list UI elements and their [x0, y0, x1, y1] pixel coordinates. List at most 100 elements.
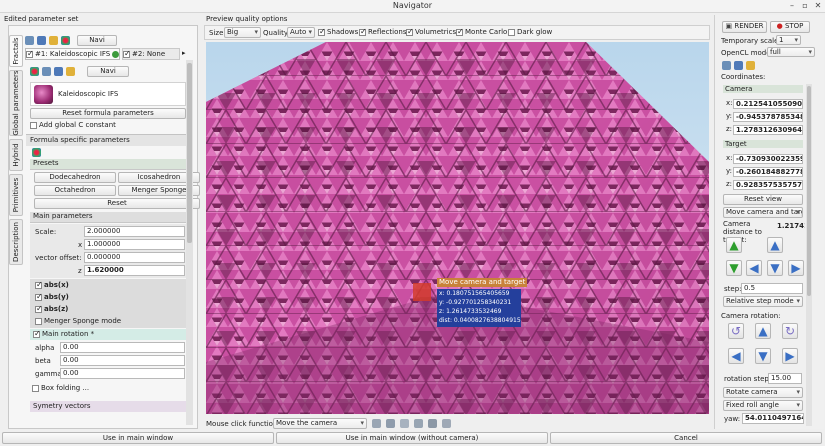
move-up-icon[interactable]: ▲ [767, 237, 783, 253]
abs-x-checkbox[interactable] [35, 281, 43, 289]
light-tool-icon[interactable] [386, 419, 395, 428]
vector-x-field[interactable]: 1.000000 [84, 239, 185, 250]
cancel-button[interactable]: Cancel [550, 432, 822, 444]
box-folding-checkbox[interactable] [32, 384, 39, 392]
abs-y-row[interactable]: abs(y) [35, 293, 69, 301]
use-in-main-window-button[interactable]: Use in main window [2, 432, 274, 444]
reset-formula-button[interactable]: Reset formula parameters [30, 108, 186, 119]
save-icon[interactable] [734, 61, 743, 70]
roll-left-icon[interactable]: ↺ [728, 323, 744, 339]
formula-tab-1[interactable]: #1: Kaleidoscopic IFS [25, 48, 120, 60]
size-select[interactable]: Big [224, 27, 261, 38]
reset-view-button[interactable]: Reset view [723, 194, 803, 205]
right-scrollbar[interactable] [806, 84, 812, 426]
vector-y-field[interactable]: 0.000000 [84, 252, 185, 263]
abs-z-row[interactable]: abs(z) [35, 305, 68, 313]
rotate-right-icon[interactable]: ▶ [782, 348, 798, 364]
tab-scroll-right-icon[interactable]: ▸ [182, 49, 191, 59]
monte-carlo-checkbox[interactable] [456, 28, 464, 36]
alpha-field[interactable]: 0.00 [60, 342, 185, 353]
preset-dodecahedron-button[interactable]: Dodecahedron [34, 172, 116, 183]
rotate-tool-icon[interactable] [400, 419, 409, 428]
move-backward-icon[interactable]: ▼ [726, 260, 742, 276]
tab-hybrid[interactable]: Hybrid [9, 139, 23, 171]
volumetrics-checkbox[interactable] [406, 28, 414, 36]
vector-z-field[interactable]: 1.620000 [84, 265, 185, 276]
add-global-c-row[interactable]: Add global C constant [30, 121, 186, 131]
move-mode-select[interactable]: Move camera and targ [723, 207, 803, 218]
palette-icon[interactable] [32, 148, 41, 157]
target-z-field[interactable]: 0.9283575357576 [733, 180, 803, 190]
tab-primitives[interactable]: Primitives [9, 174, 23, 216]
volumetrics-option[interactable]: Volumetrics [406, 28, 456, 36]
palette-icon[interactable] [61, 36, 70, 45]
move-left-icon[interactable]: ◀ [746, 260, 762, 276]
target-x-field[interactable]: -0.7309300223598 [733, 154, 803, 164]
rotate-up-icon[interactable]: ▲ [755, 323, 771, 339]
save-icon[interactable] [54, 67, 63, 76]
abs-y-checkbox[interactable] [35, 293, 43, 301]
folder-icon[interactable] [42, 67, 51, 76]
undo-icon[interactable] [49, 36, 58, 45]
box-folding-row[interactable]: Box folding ... [32, 384, 89, 392]
rotation-step-field[interactable]: 15.00 [768, 373, 802, 384]
stop-button[interactable]: ● STOP [770, 21, 810, 33]
add-global-c-checkbox[interactable] [30, 121, 37, 129]
palette-icon[interactable] [30, 67, 39, 76]
tab-description[interactable]: Description [9, 219, 23, 265]
roll-right-icon[interactable]: ↻ [782, 323, 798, 339]
beta-field[interactable]: 0.00 [60, 355, 185, 366]
camera-z-field[interactable]: 1.2783126309648 [733, 125, 803, 135]
main-rotation-checkbox[interactable] [33, 329, 41, 339]
opencl-select[interactable]: full [767, 47, 815, 57]
shadows-option[interactable]: Shadows [318, 28, 358, 36]
camera-x-field[interactable]: 0.2125410550902097 [733, 99, 803, 109]
preset-octahedron-button[interactable]: Octahedron [34, 185, 116, 196]
temp-scale-select[interactable]: 1 [776, 35, 801, 45]
left-scrollbar-thumb[interactable] [187, 63, 192, 243]
minimize-icon[interactable]: – [787, 1, 797, 10]
shadows-checkbox[interactable] [318, 28, 326, 36]
formula-tab-2[interactable]: #2: None [122, 48, 180, 60]
formula-1-checkbox[interactable] [26, 49, 34, 59]
gamma-field[interactable]: 0.00 [60, 368, 185, 379]
rotate-left-icon[interactable]: ◀ [728, 348, 744, 364]
main-rotation-row[interactable]: Main rotation * [30, 329, 186, 340]
move-right-icon[interactable]: ▶ [788, 260, 804, 276]
dark-glow-checkbox[interactable] [508, 28, 515, 36]
preset-reset-button[interactable]: Reset [34, 198, 200, 209]
relative-step-select[interactable]: Relative step mode [723, 296, 803, 307]
menger-mode-row[interactable]: Menger Sponge mode [35, 317, 121, 325]
move-forward-icon[interactable]: ▲ [726, 237, 742, 253]
scale-field[interactable]: 2.000000 [84, 226, 185, 237]
menger-mode-checkbox[interactable] [35, 317, 42, 325]
quality-select[interactable]: Auto [287, 27, 315, 38]
navi-button-2[interactable]: Navi [87, 66, 129, 77]
tab-fractals[interactable]: Fractals [9, 35, 23, 67]
right-scrollbar-thumb[interactable] [807, 86, 811, 296]
tab-global-parameters[interactable]: Global parameters [9, 70, 23, 136]
maximize-icon[interactable]: ▫ [800, 1, 810, 10]
camera-tool-icon[interactable] [414, 419, 423, 428]
fixed-roll-select[interactable]: Fixed roll angle [723, 400, 803, 411]
rotate-down-icon[interactable]: ▼ [755, 348, 771, 364]
marker-tool-icon[interactable] [442, 419, 451, 428]
use-without-camera-button[interactable]: Use in main window (without camera) [276, 432, 548, 444]
navi-button[interactable]: Navi [77, 35, 117, 46]
fractal-preview-image[interactable]: Move camera and target x: 0.180751565405… [206, 42, 709, 414]
move-down-icon[interactable]: ▼ [767, 260, 783, 276]
folder-icon[interactable] [25, 36, 34, 45]
step-field[interactable]: 0.5 [741, 283, 803, 294]
formula-2-checkbox[interactable] [123, 49, 131, 59]
close-icon[interactable]: ✕ [813, 1, 823, 10]
reflections-option[interactable]: Reflections [359, 28, 406, 36]
undo-icon[interactable] [66, 67, 75, 76]
left-scrollbar[interactable] [186, 60, 193, 425]
rotate-camera-select[interactable]: Rotate camera [723, 387, 803, 398]
folder-icon[interactable] [722, 61, 731, 70]
target-y-field[interactable]: -0.2601848827788 [733, 167, 803, 177]
move-tool-icon[interactable] [428, 419, 437, 428]
undo-icon[interactable] [746, 61, 755, 70]
abs-x-row[interactable]: abs(x) [35, 281, 69, 289]
mouse-click-select[interactable]: Move the camera [273, 418, 367, 429]
